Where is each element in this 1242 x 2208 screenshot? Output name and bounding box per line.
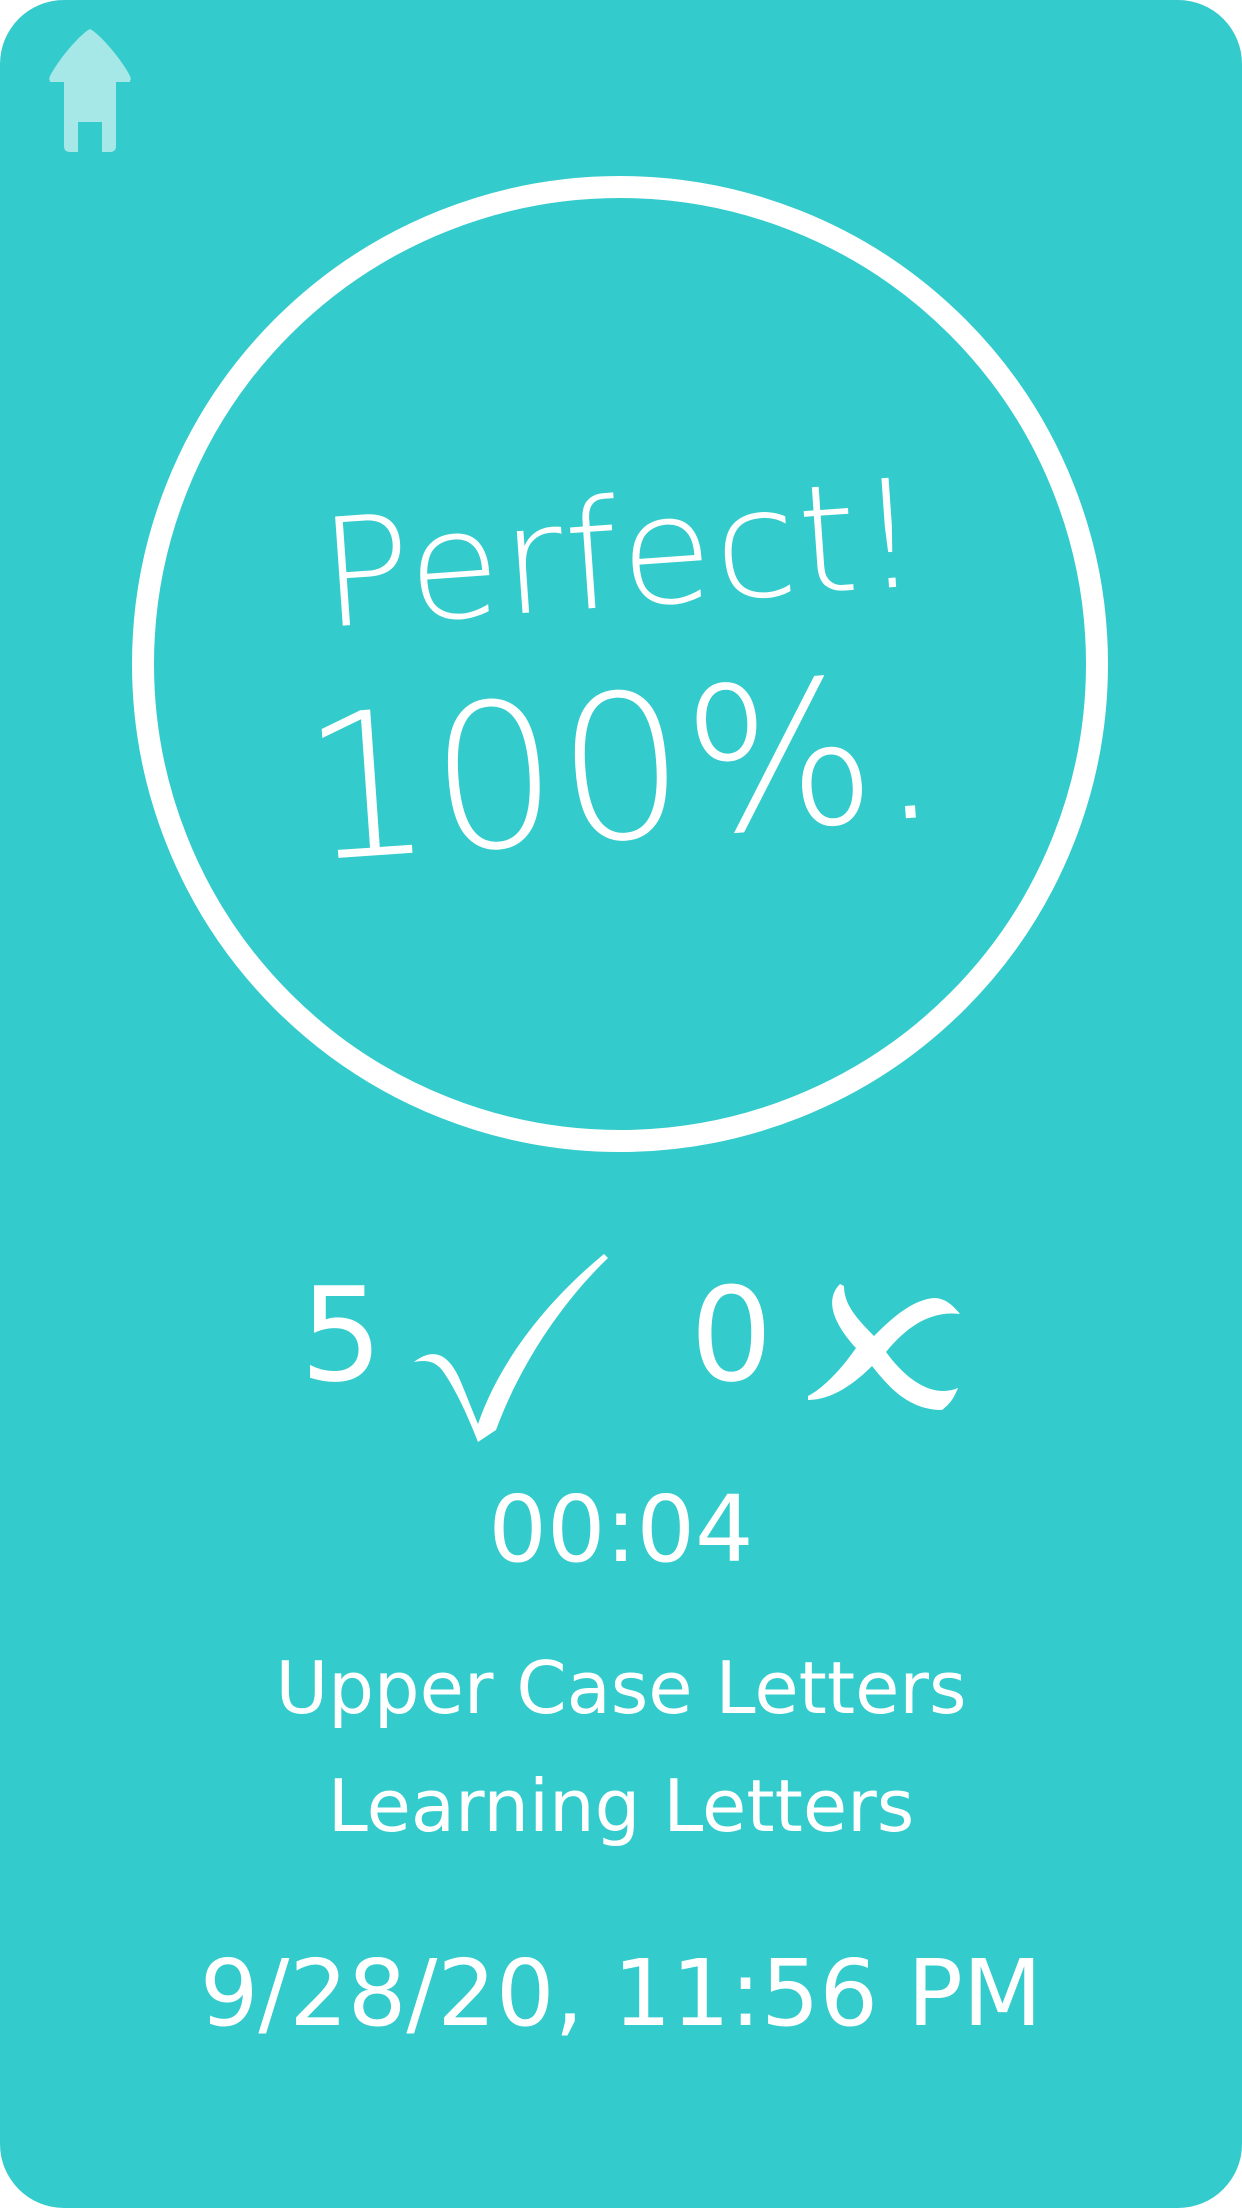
home-icon [49,29,131,152]
cross-icon [808,1284,960,1410]
correct-count: 5 [300,1259,383,1411]
home-button[interactable] [28,26,152,154]
result-timestamp: 9/28/20, 11:56 PM [199,1940,1043,2047]
incorrect-count: 0 [690,1259,773,1411]
results-screen: Perfect! 100%. 5 0 00:04 Upper Case Lett… [0,0,1242,2208]
lesson-category: Upper Case Letters [275,1646,967,1730]
answer-summary: 5 0 [0,1240,1242,1460]
checkmark-icon [414,1254,608,1442]
lesson-activity: Learning Letters [327,1764,915,1848]
elapsed-time: 00:04 [488,1476,754,1583]
